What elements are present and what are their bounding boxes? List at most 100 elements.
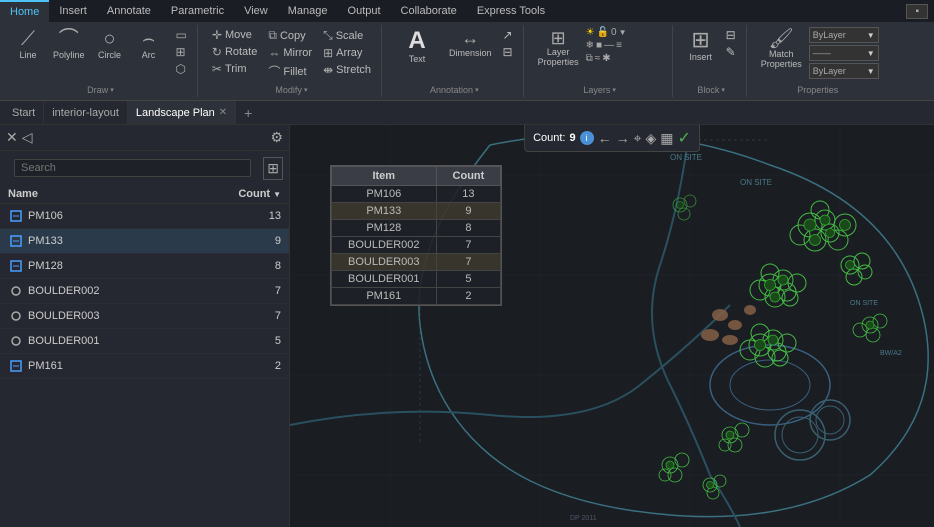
row-name: PM161 xyxy=(28,360,221,372)
scale-button[interactable]: ⤡ Scale xyxy=(319,27,375,44)
table-data-row[interactable]: PM128 8 xyxy=(332,220,501,237)
table-button[interactable]: ▦ xyxy=(660,130,673,147)
layer-properties-button[interactable]: ⊞ LayerProperties xyxy=(534,27,583,70)
svg-text:ON SITE: ON SITE xyxy=(670,153,702,162)
tab-parametric[interactable]: Parametric xyxy=(161,0,234,22)
sort-count-icon[interactable]: ▼ xyxy=(273,190,281,199)
dimension-button[interactable]: ↔ Dimension xyxy=(445,27,496,60)
fillet-icon: ⌒ xyxy=(268,63,280,80)
table-data-row[interactable]: BOULDER003 7 xyxy=(332,254,501,271)
hatch-button[interactable]: ⊞ xyxy=(172,44,191,60)
linetype-icon: — xyxy=(604,40,614,51)
doc-tab-landscape-close[interactable]: ✕ xyxy=(219,107,227,118)
table-row[interactable]: PM128 8 xyxy=(0,254,289,279)
doc-tab-interior[interactable]: interior-layout xyxy=(44,101,128,124)
table-data-row[interactable]: PM106 13 xyxy=(332,186,501,203)
text-button[interactable]: A Text xyxy=(392,27,442,66)
hatch-icon: ⊞ xyxy=(176,45,186,59)
canvas-toolbar: Count: 9 i ← → ⌖ ◈ ▦ ✓ xyxy=(524,125,700,152)
doc-tab-start[interactable]: Start xyxy=(4,101,44,124)
nav-prev-button[interactable]: ← xyxy=(598,130,612,146)
properties-dropdown2[interactable]: ——▼ xyxy=(809,45,879,61)
panel-close-button[interactable]: ✕ xyxy=(6,129,18,146)
bedit-button[interactable]: ✎ xyxy=(722,44,740,60)
tab-express-tools[interactable]: Express Tools xyxy=(467,0,555,22)
insert-button[interactable]: ⊞ Insert xyxy=(683,27,719,64)
copy-button[interactable]: ⧉ Copy xyxy=(264,27,316,44)
layer-row3: ⧉ ≈ ✱ xyxy=(586,53,666,64)
region-button[interactable]: ⬡ xyxy=(172,61,191,77)
table-data-row[interactable]: PM161 2 xyxy=(332,288,501,305)
highlight-button[interactable]: ◈ xyxy=(646,130,657,147)
properties-dropdown1[interactable]: ByLayer▼ xyxy=(809,27,879,43)
panel-grid-button[interactable]: ⊞ xyxy=(263,157,283,180)
array-button[interactable]: ⊞ Array xyxy=(319,45,375,61)
rotate-button[interactable]: ↻ Rotate xyxy=(208,44,261,60)
tab-annotate[interactable]: Annotate xyxy=(97,0,161,22)
svg-text:BW/A2: BW/A2 xyxy=(880,350,902,357)
table-data-row[interactable]: BOULDER001 5 xyxy=(332,271,501,288)
table-row[interactable]: PM161 2 xyxy=(0,354,289,379)
arc-button[interactable]: ⌢ Arc xyxy=(131,27,167,62)
table-button[interactable]: ⊟ xyxy=(499,44,517,60)
layer-dropdown-icon[interactable]: ▼ xyxy=(619,28,627,37)
table-row[interactable]: PM133 9 xyxy=(0,229,289,254)
fillet-button[interactable]: ⌒ Fillet xyxy=(264,62,316,81)
rect-button[interactable]: ▭ xyxy=(172,27,191,43)
table-row[interactable]: BOULDER003 7 xyxy=(0,304,289,329)
doc-tab-add-button[interactable]: + xyxy=(236,105,260,121)
properties-dropdown3[interactable]: ByLayer▼ xyxy=(809,63,879,79)
line-button[interactable]: ⟋ Line xyxy=(10,27,46,62)
item-name: BOULDER003 xyxy=(332,254,437,271)
row-name: BOULDER003 xyxy=(28,310,221,322)
insert-icon: ⊞ xyxy=(691,29,709,51)
properties-label: Properties xyxy=(797,83,838,95)
annotation-label: Annotation▾ xyxy=(430,83,479,95)
panel-collapse-button[interactable]: ◁ xyxy=(22,129,33,146)
table-data-row[interactable]: PM133 9 xyxy=(332,203,501,220)
layer-icon: ⊞ xyxy=(551,29,566,47)
zoom-fit-button[interactable]: ⌖ xyxy=(634,130,642,147)
trim-icon: ✂ xyxy=(212,62,222,76)
layer-row2: ❄ ■ — ≡ xyxy=(586,40,666,51)
table-row[interactable]: PM106 13 xyxy=(0,204,289,229)
panel-toolbar: ✕ ◁ ⚙ xyxy=(0,125,289,151)
item-name: PM161 xyxy=(332,288,437,305)
svg-text:ON SITE: ON SITE xyxy=(740,178,772,187)
settings-icon[interactable]: ⚙ xyxy=(270,129,283,146)
draw-group-content: ⟋ Line ⌒ Polyline ○ Circle ⌢ Arc ▭ ⊞ xyxy=(10,27,191,83)
tab-collaborate[interactable]: Collaborate xyxy=(391,0,467,22)
layers-group-content: ⊞ LayerProperties ☀ 🔓 0 ▼ ❄ ■ — ≡ xyxy=(534,27,666,83)
draw-label: Draw▾ xyxy=(87,83,114,95)
draw-group: ⟋ Line ⌒ Polyline ○ Circle ⌢ Arc ▭ ⊞ xyxy=(4,25,198,97)
item-count: 2 xyxy=(436,288,501,305)
tab-home[interactable]: Home xyxy=(0,0,49,22)
table-row[interactable]: BOULDER002 7 xyxy=(0,279,289,304)
polyline-button[interactable]: ⌒ Polyline xyxy=(49,27,89,62)
workspace-selector[interactable]: ▪ xyxy=(906,4,928,19)
tab-view[interactable]: View xyxy=(234,0,278,22)
row-icon-boulder002 xyxy=(8,283,24,299)
tab-manage[interactable]: Manage xyxy=(278,0,338,22)
circle-button[interactable]: ○ Circle xyxy=(92,27,128,62)
trim-button[interactable]: ✂ Trim xyxy=(208,61,261,77)
search-input[interactable] xyxy=(21,162,244,174)
doc-tab-landscape[interactable]: Landscape Plan ✕ xyxy=(128,101,236,124)
circle-label: Circle xyxy=(98,50,121,60)
stretch-button[interactable]: ⇼ Stretch xyxy=(319,62,375,78)
table-row[interactable]: BOULDER001 5 xyxy=(0,329,289,354)
row-count: 7 xyxy=(221,310,281,322)
match-properties-button[interactable]: 🖌 MatchProperties xyxy=(757,27,806,72)
info-icon[interactable]: i xyxy=(580,131,594,145)
data-table-overlay: Item Count PM106 13 PM133 9 PM128 xyxy=(330,165,502,306)
move-button[interactable]: ✛ Move xyxy=(208,27,261,43)
mirror-button[interactable]: ⇔ Mirror xyxy=(264,45,316,61)
tab-output[interactable]: Output xyxy=(338,0,391,22)
row-icon-pm128 xyxy=(8,258,24,274)
nav-next-button[interactable]: → xyxy=(616,130,630,146)
confirm-button[interactable]: ✓ xyxy=(678,128,691,148)
tab-insert[interactable]: Insert xyxy=(49,0,97,22)
create-block-button[interactable]: ⊟ xyxy=(722,27,740,43)
table-data-row[interactable]: BOULDER002 7 xyxy=(332,237,501,254)
leader-button[interactable]: ↗ xyxy=(499,27,517,43)
